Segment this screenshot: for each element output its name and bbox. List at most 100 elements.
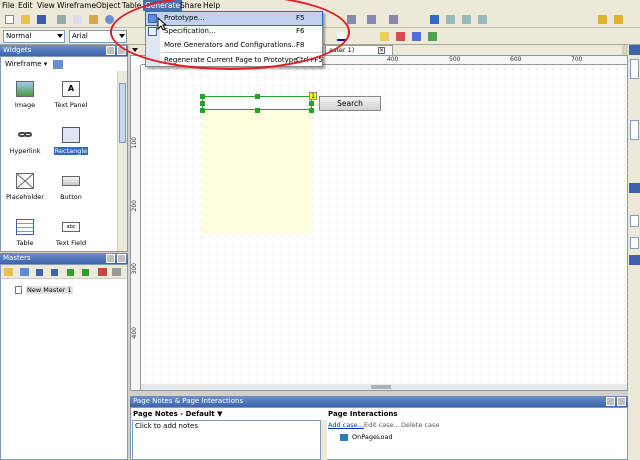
lock-icon [598, 15, 607, 24]
move-up-icon[interactable] [36, 269, 43, 276]
notes-scrollbar[interactable] [321, 420, 327, 460]
close-icon[interactable] [117, 254, 126, 263]
widgets-panel: Wireframe ▾ Image A Text Panel Hyperlink… [0, 56, 128, 252]
font-select-value: Arial [72, 32, 88, 40]
close-icon[interactable]: × [378, 47, 385, 54]
open-button[interactable] [19, 13, 32, 26]
ruler-label: 400 [131, 327, 138, 339]
widget-image[interactable]: Image [5, 81, 45, 109]
widget-button[interactable]: Button [51, 173, 91, 201]
widgets-scrollbar[interactable] [117, 71, 127, 251]
grid-icon [430, 15, 439, 24]
widget-text-field[interactable]: abc Text Field [51, 219, 91, 247]
new-file-button[interactable] [3, 13, 16, 26]
event-icon [340, 434, 348, 441]
annotation-badge[interactable]: 1 [309, 92, 317, 100]
canvas-search-button[interactable]: Search [319, 96, 381, 111]
guides-icon [462, 15, 471, 24]
canvas-selected-textfield[interactable] [200, 94, 314, 113]
publish-icon [614, 15, 623, 24]
page-notes-panel-title: Page Notes & Page Interactions [133, 397, 244, 405]
ruler-label: 500 [449, 56, 461, 63]
master-item[interactable]: New Master 1 [15, 285, 73, 295]
copy-icon [73, 15, 82, 24]
lock-button[interactable] [596, 13, 609, 26]
guides-button[interactable] [460, 13, 473, 26]
paste-button[interactable] [87, 13, 100, 26]
menu-object[interactable]: Object [96, 1, 120, 10]
order-button[interactable] [387, 13, 400, 26]
widget-label: Hyperlink [9, 147, 41, 155]
publish-button[interactable] [612, 13, 625, 26]
move-down-icon[interactable] [51, 269, 58, 276]
pin-icon[interactable] [106, 254, 115, 263]
page-notes-panel-header: Page Notes & Page Interactions [130, 396, 628, 407]
menu-edit[interactable]: Edit [18, 1, 33, 10]
right-panel-header [629, 45, 640, 55]
text-field-icon: abc [62, 222, 80, 232]
widget-hyperlink[interactable]: Hyperlink [5, 127, 45, 155]
paste-icon [89, 15, 98, 24]
ungroup-icon [428, 32, 437, 41]
zoom-button[interactable] [476, 13, 489, 26]
menu-file[interactable]: File [2, 1, 15, 10]
canvas-yellow-panel[interactable] [202, 110, 312, 234]
ungroup-button[interactable] [426, 30, 439, 43]
usage-icon[interactable] [112, 268, 121, 276]
ruler-label: 400 [387, 56, 399, 63]
right-panel-header [629, 255, 640, 265]
right-panel-field[interactable] [630, 120, 639, 140]
delete-icon[interactable] [98, 268, 107, 276]
distribute-button[interactable] [365, 13, 378, 26]
copy-button[interactable] [71, 13, 84, 26]
menu-wireframe[interactable]: Wireframe [57, 1, 96, 10]
add-folder-icon[interactable] [4, 268, 13, 276]
add-case-link[interactable]: Add case... [328, 421, 364, 429]
pin-icon[interactable] [606, 397, 615, 406]
right-panel-field[interactable] [630, 215, 639, 227]
snap-button[interactable] [444, 13, 457, 26]
menu-view[interactable]: View [37, 1, 55, 10]
left-ruler: 100 200 300 400 [131, 65, 141, 390]
widget-rectangle[interactable]: Rectangle [51, 127, 91, 155]
ruler-label: 300 [131, 263, 138, 275]
zoom-icon [478, 15, 487, 24]
close-icon[interactable] [617, 397, 626, 406]
placeholder-icon [16, 173, 34, 189]
widget-text-panel[interactable]: A Text Panel [51, 81, 91, 109]
binoculars-icon[interactable] [53, 60, 63, 69]
edit-case-link[interactable]: Edit case... [364, 421, 400, 429]
chevron-down-icon: ▼ [217, 410, 223, 418]
outdent-icon[interactable] [82, 269, 89, 276]
right-panel-field[interactable] [630, 237, 639, 249]
widget-label: Text Panel [54, 101, 88, 109]
widget-label: Button [60, 193, 82, 201]
delete-case-link[interactable]: Delete case [401, 421, 439, 429]
chevron-down-icon [57, 34, 63, 38]
widget-placeholder[interactable]: Placeholder [5, 173, 45, 201]
distribute-icon [367, 15, 376, 24]
ruler-label: 100 [131, 137, 138, 149]
right-panel-field[interactable] [630, 59, 639, 79]
design-canvas[interactable]: 400 500 600 700 100 200 300 400 1 Search [130, 55, 628, 391]
send-back-button[interactable] [394, 30, 407, 43]
widgets-panel-title: Widgets [3, 46, 32, 54]
canvas-horizontal-scrollbar[interactable] [141, 384, 627, 390]
interactions-header: Page Interactions [328, 410, 398, 418]
onpageload-event[interactable]: OnPageLoad [352, 433, 393, 441]
notes-textarea[interactable]: Click to add notes [132, 420, 321, 460]
grid-toggle-button[interactable] [428, 13, 441, 26]
group-icon [412, 32, 421, 41]
pin-icon[interactable] [106, 46, 115, 55]
indent-icon[interactable] [67, 269, 74, 276]
cut-button[interactable] [55, 13, 68, 26]
widget-table[interactable]: Table [5, 219, 45, 247]
save-button[interactable] [35, 13, 48, 26]
bring-front-button[interactable] [378, 30, 391, 43]
group-button[interactable] [410, 30, 423, 43]
send-back-icon [396, 32, 405, 41]
add-master-icon[interactable] [20, 268, 29, 276]
style-select[interactable]: Normal [3, 30, 65, 43]
floppy-icon [37, 15, 46, 24]
notes-header[interactable]: Page Notes - Default ▼ [133, 410, 222, 418]
